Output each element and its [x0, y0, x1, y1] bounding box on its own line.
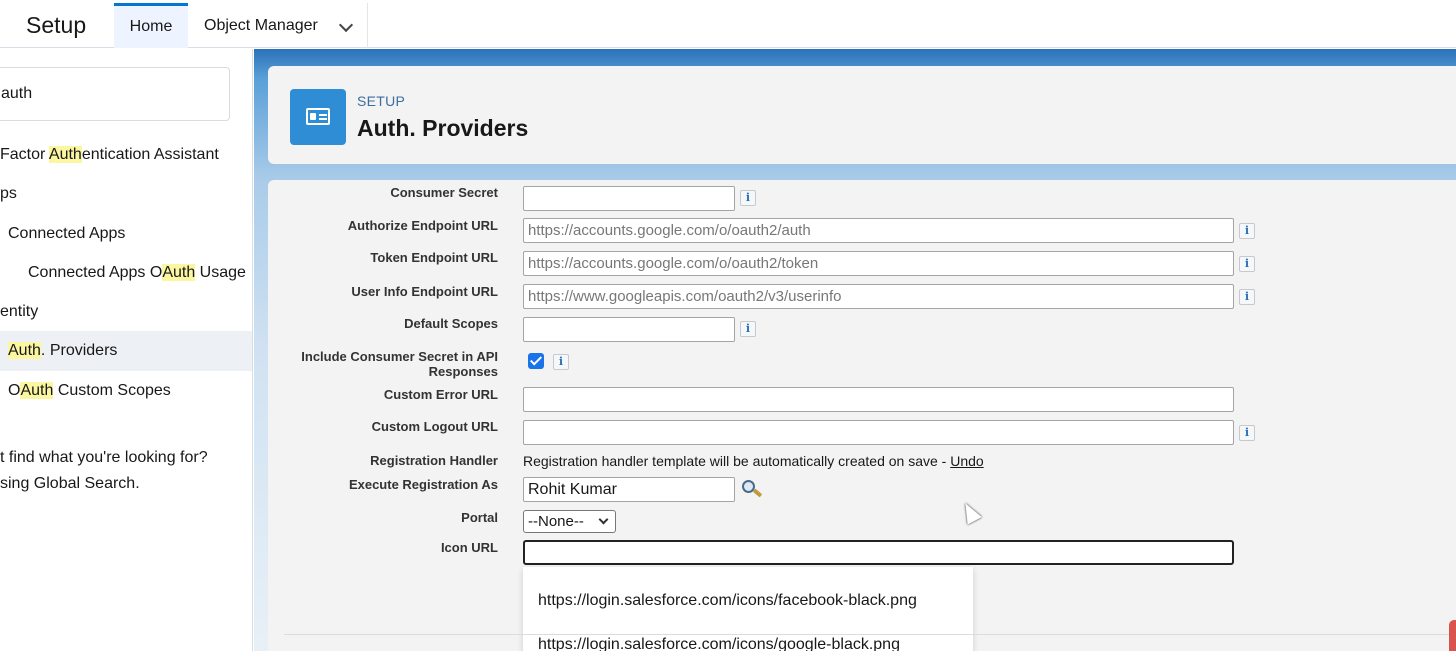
- setup-sidebar: auth Factor Authentication Assistant ps …: [0, 49, 253, 651]
- info-icon[interactable]: i: [740, 190, 756, 206]
- global-header: Setup Home Object Manager: [0, 0, 1456, 48]
- undo-link[interactable]: Undo: [950, 453, 983, 469]
- tab-home-label: Home: [129, 18, 173, 35]
- info-icon[interactable]: i: [740, 321, 756, 337]
- sidebar-item-oauth-custom-scopes[interactable]: OAuth Custom Scopes: [8, 382, 171, 400]
- info-icon[interactable]: i: [1239, 425, 1255, 441]
- chevron-down-icon[interactable]: [338, 17, 354, 33]
- execute-as-field[interactable]: Rohit Kumar: [523, 477, 735, 502]
- portal-select[interactable]: --None--: [523, 510, 616, 533]
- info-icon[interactable]: i: [1239, 256, 1255, 272]
- info-icon[interactable]: i: [553, 354, 569, 370]
- divider: [284, 634, 1456, 635]
- suggestion-option[interactable]: https://login.salesforce.com/icons/googl…: [538, 636, 900, 651]
- tab-home[interactable]: Home: [114, 3, 188, 48]
- sidebar-item-connected-apps-oauth-usage[interactable]: Connected Apps OAuth Usage: [28, 264, 246, 282]
- suggestion-option[interactable]: https://login.salesforce.com/icons/faceb…: [538, 592, 917, 610]
- consumer-secret-field[interactable]: [523, 186, 735, 211]
- tab-object-manager[interactable]: Object Manager: [190, 3, 368, 48]
- sidebar-item-mfa-assistant[interactable]: Factor Authentication Assistant: [0, 146, 219, 164]
- include-secret-checkbox[interactable]: [528, 353, 544, 369]
- sidebar-item-identity[interactable]: entity: [0, 303, 38, 321]
- consumer-secret-label: Consumer Secret: [390, 185, 498, 200]
- token-endpoint-field[interactable]: https://accounts.google.com/o/oauth2/tok…: [523, 251, 1234, 276]
- custom-logout-url-label: Custom Logout URL: [371, 419, 498, 434]
- user-info-endpoint-label: User Info Endpoint URL: [351, 284, 498, 299]
- quick-find-input[interactable]: auth: [0, 67, 230, 121]
- info-icon[interactable]: i: [1239, 289, 1255, 305]
- global-search-link[interactable]: sing Global Search.: [0, 471, 208, 497]
- sidebar-item-connected-apps[interactable]: Connected Apps: [8, 225, 125, 243]
- registration-handler-text: Registration handler template will be au…: [523, 453, 984, 469]
- token-endpoint-label: Token Endpoint URL: [370, 250, 498, 265]
- quick-find-value: auth: [1, 85, 33, 102]
- icon-url-label: Icon URL: [440, 540, 498, 555]
- default-scopes-label: Default Scopes: [404, 316, 498, 331]
- icon-url-field[interactable]: [523, 540, 1234, 565]
- app-title: Setup: [26, 12, 87, 38]
- include-secret-label: Include Consumer Secret in API Responses: [301, 349, 498, 379]
- portal-label: Portal: [461, 510, 498, 525]
- custom-logout-url-field[interactable]: [523, 420, 1234, 445]
- custom-error-url-label: Custom Error URL: [383, 387, 498, 402]
- chevron-down-icon: [598, 514, 609, 525]
- auth-provider-icon: [290, 89, 346, 145]
- page-title: Auth. Providers: [357, 115, 529, 141]
- page-eyebrow: SETUP: [357, 93, 406, 109]
- sidebar-item-auth-providers[interactable]: Auth. Providers: [0, 331, 252, 371]
- tab-object-manager-label: Object Manager: [204, 16, 318, 34]
- info-icon[interactable]: i: [1239, 223, 1255, 239]
- sidebar-help-text: t find what you're looking for? sing Glo…: [0, 445, 208, 497]
- feedback-tab[interactable]: [1449, 620, 1456, 651]
- execute-as-label: Execute Registration As: [348, 477, 498, 492]
- custom-error-url-field[interactable]: [523, 387, 1234, 412]
- sidebar-item-apps[interactable]: ps: [0, 185, 17, 203]
- icon-url-suggestions: https://login.salesforce.com/icons/faceb…: [523, 567, 973, 651]
- authorize-endpoint-field[interactable]: https://accounts.google.com/o/oauth2/aut…: [523, 218, 1234, 243]
- user-info-endpoint-field[interactable]: https://www.googleapis.com/oauth2/v3/use…: [523, 284, 1234, 309]
- default-scopes-field[interactable]: [523, 317, 735, 342]
- lookup-icon[interactable]: [740, 479, 764, 499]
- registration-handler-label: Registration Handler: [370, 453, 498, 468]
- authorize-endpoint-label: Authorize Endpoint URL: [347, 218, 498, 233]
